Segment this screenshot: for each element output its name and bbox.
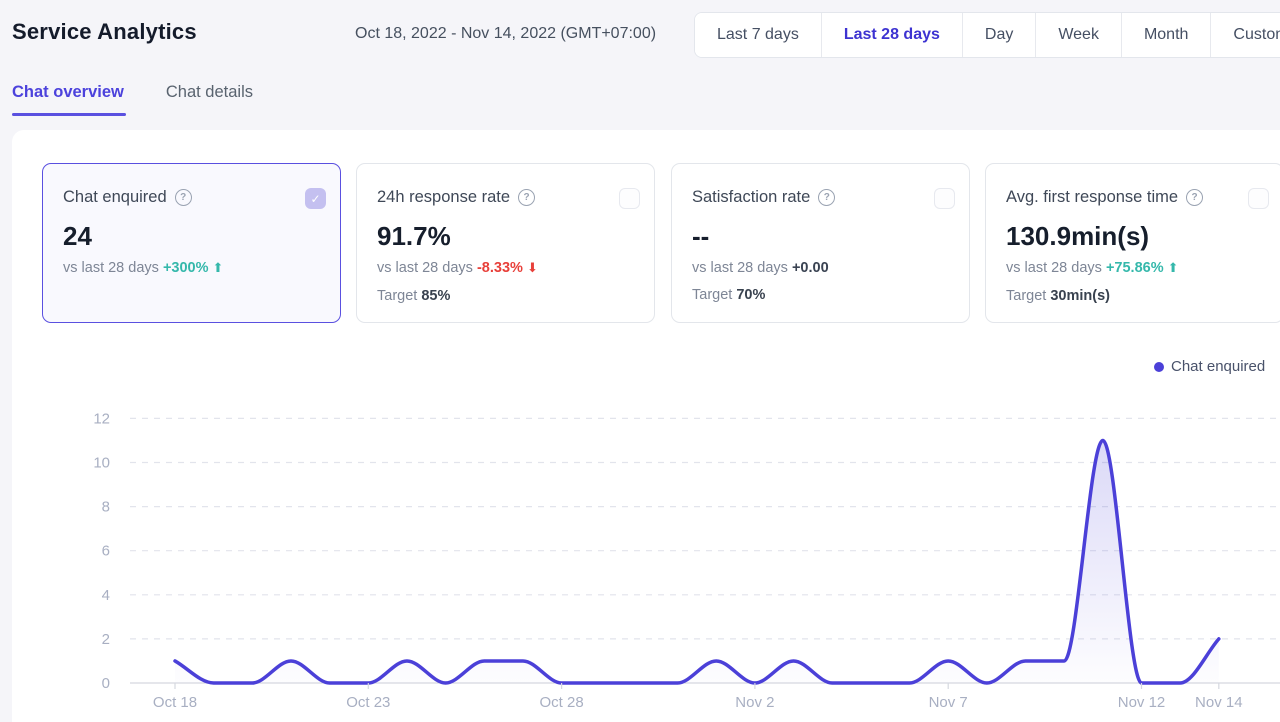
compare-value: +0.00 — [792, 260, 829, 276]
target-value: 70% — [736, 287, 765, 303]
card-checkbox[interactable]: ✓ — [305, 188, 326, 209]
svg-text:8: 8 — [102, 499, 110, 516]
legend-label: Chat enquired — [1171, 358, 1265, 375]
line-chart[interactable]: 0 2 4 6 8 10 12 Oct 18 Oct 23 Oct 28 Nov 2 Nov 7 Nov… — [72, 404, 1280, 722]
svg-text:Nov 14: Nov 14 — [1195, 694, 1243, 711]
range-button-last-7-days[interactable]: Last 7 days — [695, 13, 821, 57]
range-button-custom[interactable]: Custom — [1210, 13, 1280, 57]
arrow-up-icon: ⬆ — [213, 261, 224, 276]
svg-text:0: 0 — [102, 675, 110, 692]
range-button-week[interactable]: Week — [1035, 13, 1121, 57]
range-button-day[interactable]: Day — [962, 13, 1035, 57]
legend-dot-icon — [1154, 362, 1164, 372]
tab-chat-overview[interactable]: Chat overview — [12, 83, 124, 116]
svg-text:6: 6 — [102, 543, 110, 560]
compare-label: vs last 28 days — [692, 260, 788, 276]
metric-card-satisfaction-rate[interactable]: Satisfaction rate ? -- vs last 28 days +… — [671, 163, 970, 323]
svg-text:10: 10 — [93, 455, 110, 472]
card-checkbox[interactable] — [934, 188, 955, 209]
compare-label: vs last 28 days — [1006, 260, 1102, 276]
date-range-label: Oct 18, 2022 - Nov 14, 2022 (GMT+07:00) — [355, 25, 656, 43]
help-icon[interactable]: ? — [518, 189, 535, 206]
metric-value: 130.9min(s) — [1006, 221, 1263, 251]
help-icon[interactable]: ? — [175, 189, 192, 206]
compare-value: -8.33% — [477, 260, 523, 276]
card-checkbox[interactable] — [1248, 188, 1269, 209]
compare-label: vs last 28 days — [377, 260, 473, 276]
tab-bar: Chat overview Chat details — [12, 83, 253, 116]
metric-card-avg-first-response-time[interactable]: Avg. first response time ? 130.9min(s) v… — [985, 163, 1280, 323]
metric-value: 91.7% — [377, 221, 634, 251]
compare-value: +300% — [163, 260, 209, 276]
target-value: 30min(s) — [1050, 288, 1110, 304]
target-label: Target — [692, 287, 732, 303]
date-range-button-group: Last 7 days Last 28 days Day Week Month … — [694, 12, 1280, 58]
content-panel: Chat enquired ? ✓ 24 vs last 28 days +30… — [12, 130, 1280, 722]
card-title: Chat enquired — [63, 188, 167, 207]
svg-text:12: 12 — [93, 410, 110, 427]
page-title: Service Analytics — [12, 19, 197, 45]
target-value: 85% — [421, 288, 450, 304]
metric-value: 24 — [63, 221, 320, 251]
metric-value: -- — [692, 221, 949, 251]
svg-text:Nov 2: Nov 2 — [735, 694, 774, 711]
compare-label: vs last 28 days — [63, 260, 159, 276]
svg-text:2: 2 — [102, 631, 110, 648]
card-checkbox[interactable] — [619, 188, 640, 209]
range-button-last-28-days[interactable]: Last 28 days — [821, 13, 962, 57]
help-icon[interactable]: ? — [1186, 189, 1203, 206]
svg-text:Nov 12: Nov 12 — [1118, 694, 1166, 711]
svg-text:Oct 28: Oct 28 — [540, 694, 584, 711]
tab-chat-details[interactable]: Chat details — [166, 83, 253, 116]
target-label: Target — [1006, 288, 1046, 304]
card-title: Avg. first response time — [1006, 188, 1178, 207]
svg-text:Nov 7: Nov 7 — [929, 694, 968, 711]
arrow-up-icon: ⬆ — [1168, 261, 1179, 276]
legend-item-chat-enquired[interactable]: Chat enquired — [1154, 358, 1265, 375]
card-title: Satisfaction rate — [692, 188, 810, 207]
target-label: Target — [377, 288, 417, 304]
svg-text:Oct 18: Oct 18 — [153, 694, 197, 711]
range-button-month[interactable]: Month — [1121, 13, 1210, 57]
help-icon[interactable]: ? — [818, 189, 835, 206]
card-title: 24h response rate — [377, 188, 510, 207]
svg-text:Oct 23: Oct 23 — [346, 694, 390, 711]
compare-value: +75.86% — [1106, 260, 1164, 276]
svg-text:4: 4 — [102, 587, 110, 604]
arrow-down-icon: ⬇ — [527, 261, 538, 276]
metric-card-chat-enquired[interactable]: Chat enquired ? ✓ 24 vs last 28 days +30… — [42, 163, 341, 323]
metric-card-24h-response-rate[interactable]: 24h response rate ? 91.7% vs last 28 day… — [356, 163, 655, 323]
